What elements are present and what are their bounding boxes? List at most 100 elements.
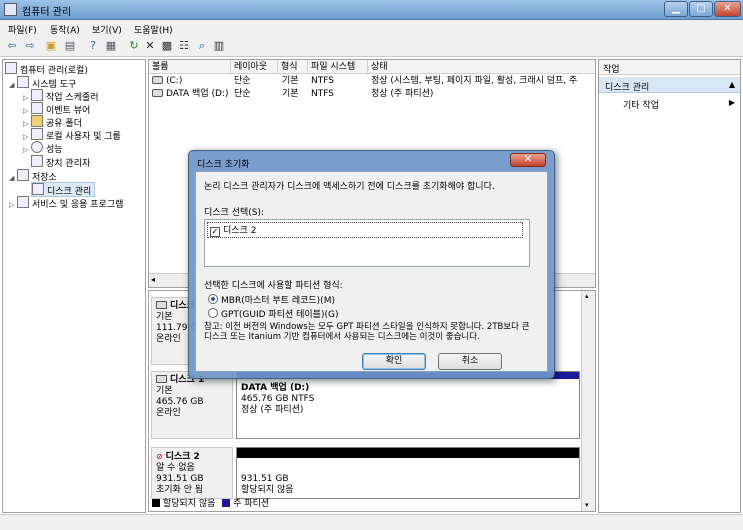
partition-status: 정상 (주 파티션) (241, 405, 304, 415)
disk-type: 기본 (156, 386, 173, 396)
partition-d[interactable]: DATA 백업 (D:) 465.76 GB NTFS 정상 (주 파티션) (236, 371, 580, 439)
tree-item-shared-folders[interactable]: ▷ 공유 폴더 (23, 115, 82, 129)
disk-select-list[interactable]: ✓ 디스크 2 (204, 219, 530, 267)
tree-item-computer-management[interactable]: 컴퓨터 관리(로컬) (5, 62, 88, 76)
back-arrow-icon[interactable]: ⇦ (5, 39, 19, 53)
folder-up-icon[interactable]: ▣ (44, 39, 58, 53)
disk-size: 465.76 GB (156, 397, 204, 407)
actions-section-label: 디스크 관리 (605, 83, 650, 93)
scroll-down-icon[interactable]: ▾ (585, 501, 589, 509)
legend-swatch-primary (222, 499, 231, 507)
actions-pane: 작업 디스크 관리 ▲ 기타 작업 ▶ (598, 59, 741, 513)
tree-item-local-users[interactable]: ▷ 로컬 사용자 및 그룹 (23, 128, 121, 142)
partition-label: DATA 백업 (D:) 465.76 GB NTFS 정상 (주 파티션) (241, 383, 314, 416)
dialog-note: 참고: 이전 버전의 Windows는 모두 GPT 파티션 스타일을 인식하지… (204, 322, 530, 342)
delete-icon[interactable]: ✕ (143, 39, 157, 53)
help-icon[interactable]: ? (86, 39, 100, 53)
disk-status: 초기화 안 됨 (156, 485, 204, 495)
dialog-title: 디스크 초기화 (197, 160, 250, 170)
column-header-type[interactable]: 형식 (278, 60, 308, 74)
collapse-icon[interactable]: ▲ (729, 80, 735, 89)
settings-icon[interactable]: ☷ (177, 39, 191, 53)
disk-info-2[interactable]: ⊘ 디스크 2 알 수 없음 931.51 GB 초기화 안 됨 (151, 447, 233, 499)
minimize-button[interactable]: ▁ (664, 1, 688, 17)
mbr-option[interactable]: MBR(마스터 부트 레코드)(M) (208, 293, 335, 306)
window-title: 컴퓨터 관리 (22, 7, 72, 18)
tree-toggle-icon[interactable]: ▤ (63, 39, 77, 53)
legend-swatch-unallocated (152, 499, 160, 507)
tree-item-event-viewer[interactable]: ▷ 이벤트 뷰어 (23, 102, 90, 116)
open-icon[interactable]: ▩ (160, 39, 174, 53)
disk-icon[interactable]: ▥ (212, 39, 226, 53)
column-header-status[interactable]: 상태 (368, 60, 595, 74)
tree-item-storage[interactable]: ◢ 저장소 (9, 169, 57, 185)
tree-item-disk-management[interactable]: 디스크 관리 (31, 182, 96, 197)
partition-bar (237, 448, 579, 458)
expand-icon[interactable]: ◢ (9, 172, 17, 185)
computer-icon (5, 62, 17, 74)
cancel-button[interactable]: 취소 (438, 353, 502, 370)
partition-status: 할당되지 않음 (241, 485, 294, 495)
type-cell: 기본 (282, 76, 299, 86)
ok-button[interactable]: 확인 (362, 353, 426, 370)
vertical-scrollbar[interactable]: ▴ ▾ (581, 291, 595, 511)
close-button[interactable]: ✕ (714, 1, 741, 17)
users-icon (31, 128, 43, 140)
properties-icon[interactable]: ▦ (104, 39, 118, 53)
status-bar (0, 514, 743, 530)
partition-title: DATA 백업 (D:) (241, 383, 310, 393)
expand-icon[interactable]: ◢ (9, 79, 17, 92)
disk-select-label: 디스크 선택(S): (204, 208, 265, 218)
disk-list-item-label: 디스크 2 (223, 226, 257, 236)
disk-info-1[interactable]: 디스크 1 기본 465.76 GB 온라인 (151, 371, 233, 439)
gpt-option-label: GPT(GUID 파티션 테이블)(G) (221, 310, 339, 320)
services-icon (17, 196, 29, 208)
forward-arrow-icon[interactable]: ⇨ (23, 39, 37, 53)
volume-icon (152, 89, 163, 97)
checkbox-checked-icon[interactable]: ✓ (210, 227, 220, 237)
scroll-up-icon[interactable]: ▴ (585, 292, 589, 300)
maximize-button[interactable]: □ (689, 1, 713, 17)
legend-label-unallocated: 할당되지 않음 (162, 499, 216, 509)
disk-icon (156, 301, 167, 309)
menu-bar: 파일(F) 동작(A) 보기(V) 도움말(H) (0, 20, 743, 37)
tree-item-system-tools[interactable]: ◢ 시스템 도구 (9, 76, 76, 92)
tree-item-task-scheduler[interactable]: ▷ 작업 스케줄러 (23, 89, 99, 103)
expand-icon[interactable]: ▷ (9, 199, 17, 212)
menu-file[interactable]: 파일(F) (8, 23, 37, 36)
tree-item-device-manager[interactable]: 장치 관리자 (31, 155, 90, 169)
tree-item-performance[interactable]: ▷ 성능 (23, 141, 63, 157)
event-log-icon (31, 102, 43, 114)
warning-disk-icon: ⊘ (156, 452, 163, 461)
partition-unallocated[interactable]: 931.51 GB 할당되지 않음 (236, 447, 580, 499)
menu-action[interactable]: 동작(A) (50, 23, 80, 36)
disk-size: 931.51 GB (156, 474, 204, 484)
menu-view[interactable]: 보기(V) (92, 23, 122, 36)
actions-section-disk-management[interactable]: 디스크 관리 ▲ (599, 77, 740, 93)
column-header-volume[interactable]: 볼륨 (149, 60, 231, 74)
tree-item-services-applications[interactable]: ▷ 서비스 및 응용 프로그램 (9, 196, 123, 212)
disk-list-item[interactable]: ✓ 디스크 2 (207, 222, 523, 238)
scroll-left-icon[interactable]: ◂ (151, 275, 155, 284)
radio-selected-icon[interactable] (208, 294, 218, 304)
column-header-layout[interactable]: 레이아웃 (231, 60, 278, 74)
zoom-icon[interactable]: ⌕ (195, 39, 209, 53)
disk-name: 디스크 2 (165, 452, 200, 462)
table-row[interactable]: (C:) 단순 기본 NTFS 정상 (시스템, 부팅, 페이지 파일, 활성,… (149, 75, 595, 88)
disk-status: 온라인 (156, 408, 181, 418)
radio-unselected-icon[interactable] (208, 308, 218, 318)
column-header-filesystem[interactable]: 파일 시스템 (308, 60, 368, 74)
table-row[interactable]: DATA 백업 (D:) 단순 기본 NTFS 정상 (주 파티션) (149, 88, 595, 101)
filesystem-cell: NTFS (311, 89, 334, 99)
actions-item-label: 기타 작업 (623, 101, 659, 111)
actions-item-more[interactable]: 기타 작업 ▶ (599, 96, 740, 111)
menu-help[interactable]: 도움말(H) (134, 23, 173, 36)
dialog-description: 논리 디스크 관리자가 디스크에 액세스하기 전에 디스크를 초기화해야 합니다… (204, 182, 495, 192)
status-cell: 정상 (시스템, 부팅, 페이지 파일, 활성, 크래시 덤프, 주 (371, 76, 578, 86)
refresh-icon[interactable]: ↻ (127, 39, 141, 53)
disk-type: 알 수 없음 (156, 463, 195, 473)
layout-cell: 단순 (234, 89, 251, 99)
expand-icon[interactable]: ▷ (23, 144, 31, 157)
gpt-option[interactable]: GPT(GUID 파티션 테이블)(G) (208, 307, 338, 320)
dialog-close-button[interactable]: ✕ (510, 153, 546, 167)
